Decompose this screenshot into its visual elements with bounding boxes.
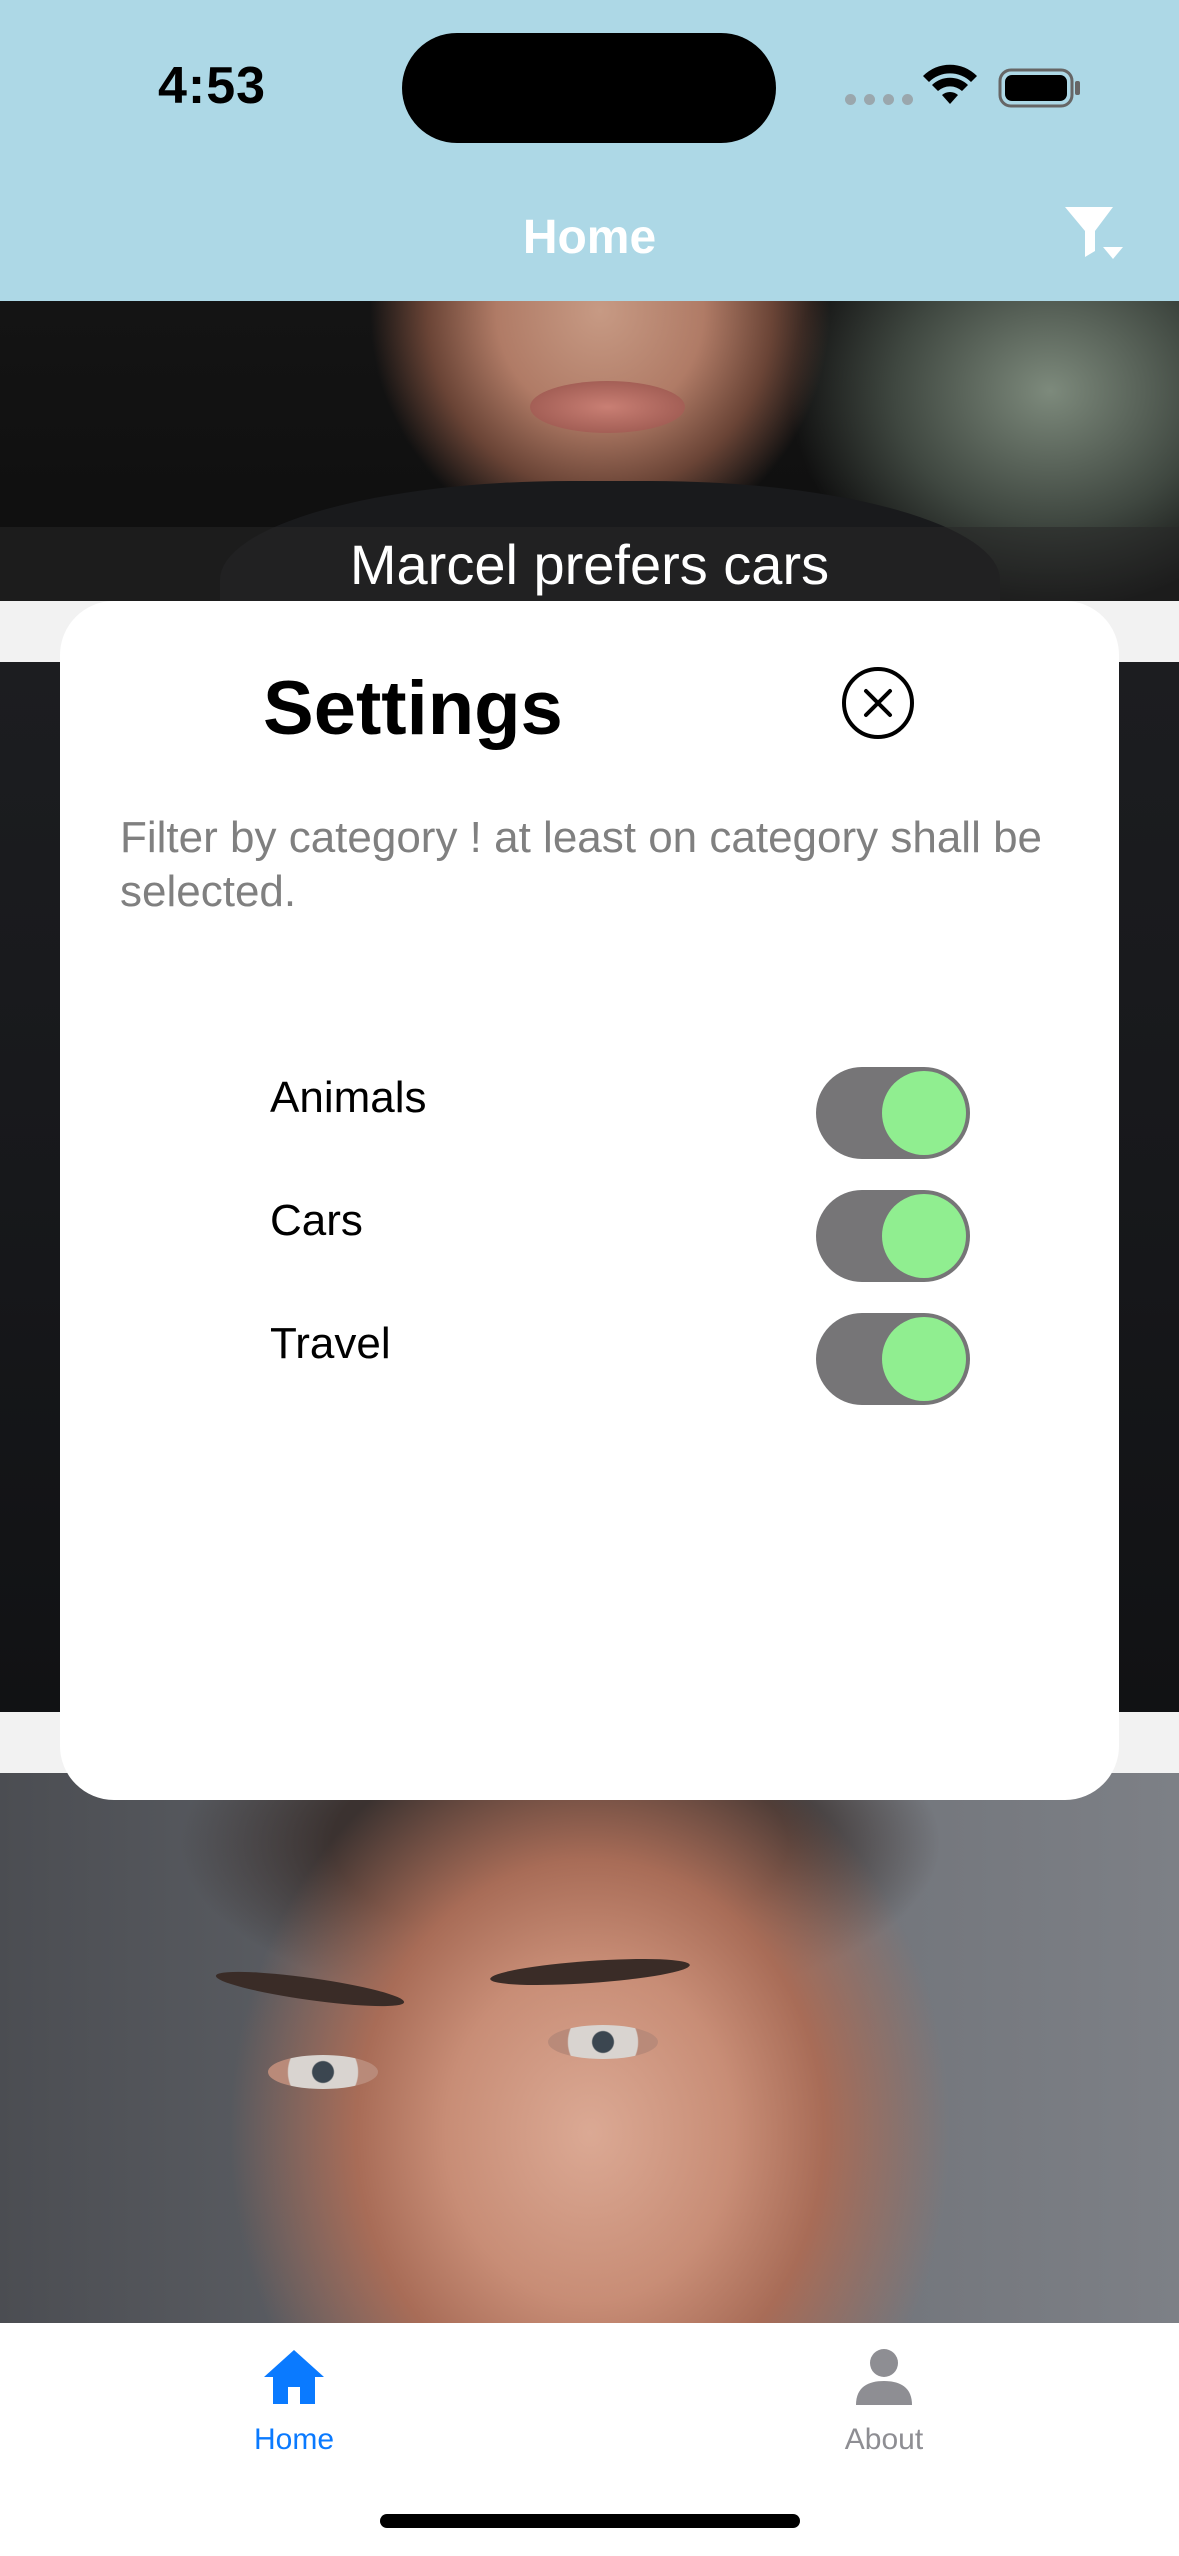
card-caption: Marcel prefers cars	[0, 527, 1179, 601]
battery-icon	[998, 68, 1080, 108]
settings-modal: Settings Filter by category ! at least o…	[60, 601, 1119, 1800]
card-photo-detail	[214, 1964, 406, 2014]
page-title: Home	[522, 211, 657, 264]
tab-about[interactable]: About	[774, 2347, 994, 2457]
status-time: 4:53	[158, 57, 267, 115]
card-photo-detail	[268, 2055, 378, 2089]
switch-row-animals: Animals	[270, 1067, 970, 1163]
modal-description: Filter by category ! at least on categor…	[120, 813, 1043, 916]
dynamic-island	[402, 33, 776, 143]
card-photo-detail	[530, 381, 685, 433]
tab-label: Home	[253, 2423, 335, 2456]
switch-label: Animals	[270, 1073, 427, 1122]
feed-card[interactable]: Marcel prefers cars	[0, 301, 1179, 601]
switch-row-travel: Travel	[270, 1313, 970, 1409]
animals-toggle[interactable]	[816, 1067, 970, 1159]
cars-toggle[interactable]	[816, 1190, 970, 1282]
close-button[interactable]	[842, 667, 914, 739]
modal-title: Settings	[263, 666, 563, 751]
top-header-area: 4:53 Home	[0, 0, 1179, 301]
cellular-signal-icon	[845, 94, 913, 105]
tab-home[interactable]: Home	[184, 2347, 404, 2457]
toggle-knob	[882, 1317, 966, 1401]
tab-label: About	[844, 2423, 924, 2456]
person-icon	[856, 2349, 912, 2405]
switch-label: Travel	[270, 1319, 391, 1368]
toggle-knob	[882, 1194, 966, 1278]
travel-toggle[interactable]	[816, 1313, 970, 1405]
card-photo-detail	[548, 2025, 658, 2059]
switch-label: Cars	[270, 1196, 363, 1245]
feed-card[interactable]	[0, 1773, 1179, 2323]
toggle-knob	[882, 1071, 966, 1155]
home-icon	[264, 2350, 324, 2404]
wifi-icon	[923, 64, 977, 104]
filter-dropdown-icon[interactable]	[1063, 203, 1133, 267]
switch-row-cars: Cars	[270, 1190, 970, 1286]
close-icon	[864, 689, 892, 717]
card-photo-detail	[489, 1954, 691, 1990]
home-indicator[interactable]	[380, 2514, 800, 2528]
